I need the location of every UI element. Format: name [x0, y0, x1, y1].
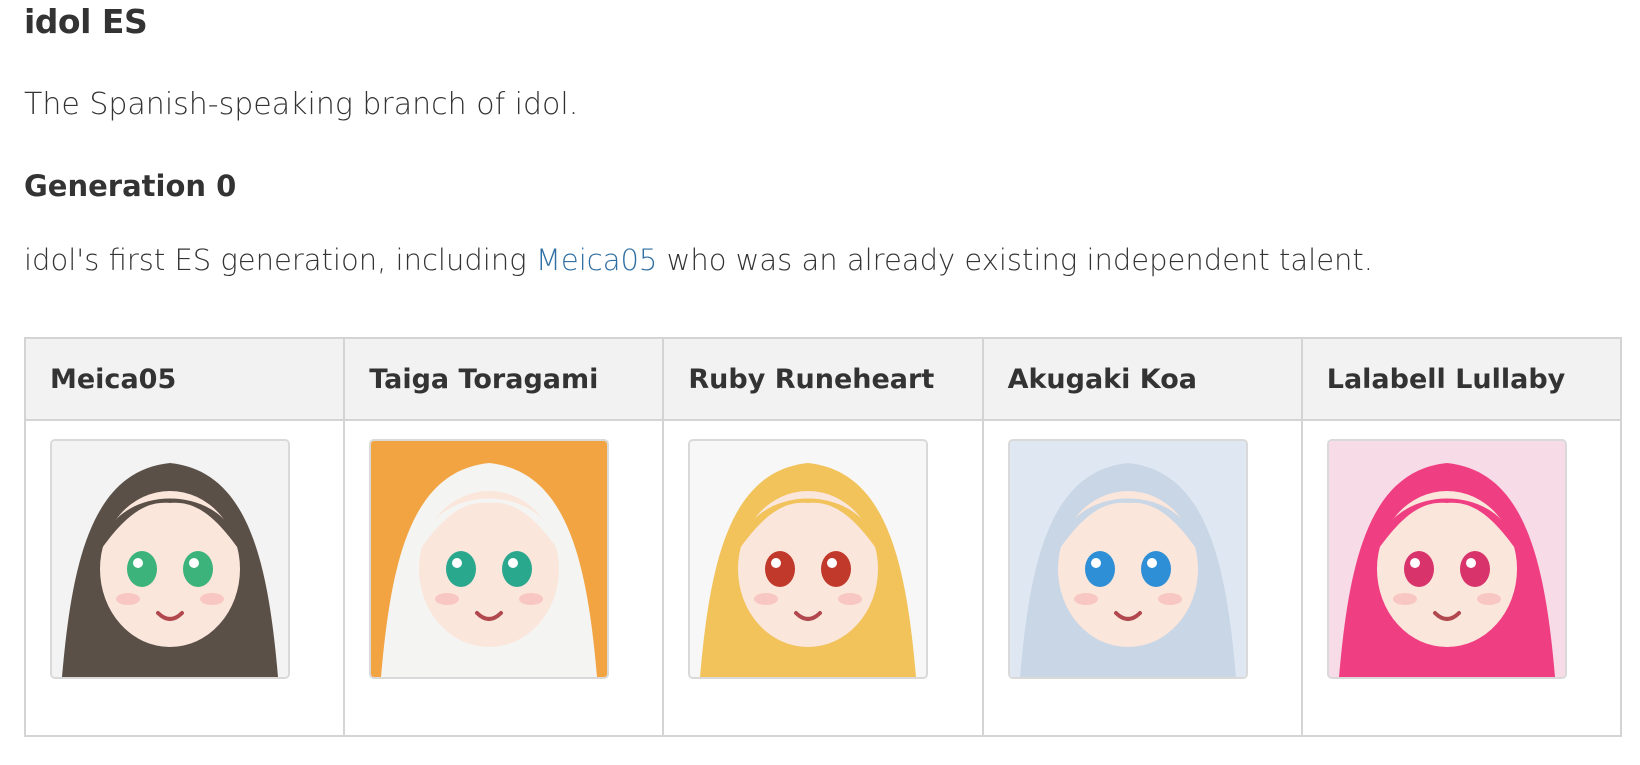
akugaki-koa-avatar-image: [1009, 441, 1246, 677]
lalabell-lullaby-avatar-image: [1328, 441, 1565, 677]
talent-table: Meica05 Taiga Toragami Ruby Runeheart Ak…: [23, 337, 1623, 737]
talent-name-header: Ruby Runeheart: [662, 337, 984, 421]
generation-description-text: idol's first ES generation, including: [24, 243, 536, 277]
talent-name-header: Lalabell Lullaby: [1300, 337, 1623, 421]
page: idol ES The Spanish-speaking branch of i…: [0, 0, 1640, 765]
talent-avatar-cell: [343, 419, 665, 737]
page-title: idol ES: [24, 2, 148, 41]
lalabell-lullaby-avatar[interactable]: [1326, 439, 1567, 679]
talent-avatar-row: [23, 419, 1623, 737]
generation-description: idol's first ES generation, including Me…: [24, 243, 1373, 277]
ruby-runeheart-avatar[interactable]: [688, 439, 929, 679]
talent-header-row: Meica05 Taiga Toragami Ruby Runeheart Ak…: [23, 337, 1623, 421]
meica05-link[interactable]: Meica05: [536, 243, 658, 277]
talent-avatar-cell: [662, 419, 984, 737]
meica05-avatar[interactable]: [50, 439, 290, 679]
generation-heading: Generation 0: [24, 169, 237, 203]
taiga-toragami-avatar[interactable]: [369, 439, 610, 679]
talent-avatar-cell: [981, 419, 1303, 737]
talent-avatar-cell: [23, 419, 346, 737]
talent-name-header: Akugaki Koa: [981, 337, 1303, 421]
meica05-avatar-image: [52, 441, 288, 677]
ruby-runeheart-avatar-image: [690, 441, 927, 677]
akugaki-koa-avatar[interactable]: [1007, 439, 1248, 679]
talent-avatar-cell: [1300, 419, 1623, 737]
branch-description: The Spanish-speaking branch of idol.: [24, 87, 579, 122]
talent-name-header: Taiga Toragami: [343, 337, 665, 421]
taiga-toragami-avatar-image: [371, 441, 608, 677]
talent-name-header: Meica05: [23, 337, 346, 421]
generation-description-text-end: who was an already existing independent …: [657, 243, 1374, 277]
